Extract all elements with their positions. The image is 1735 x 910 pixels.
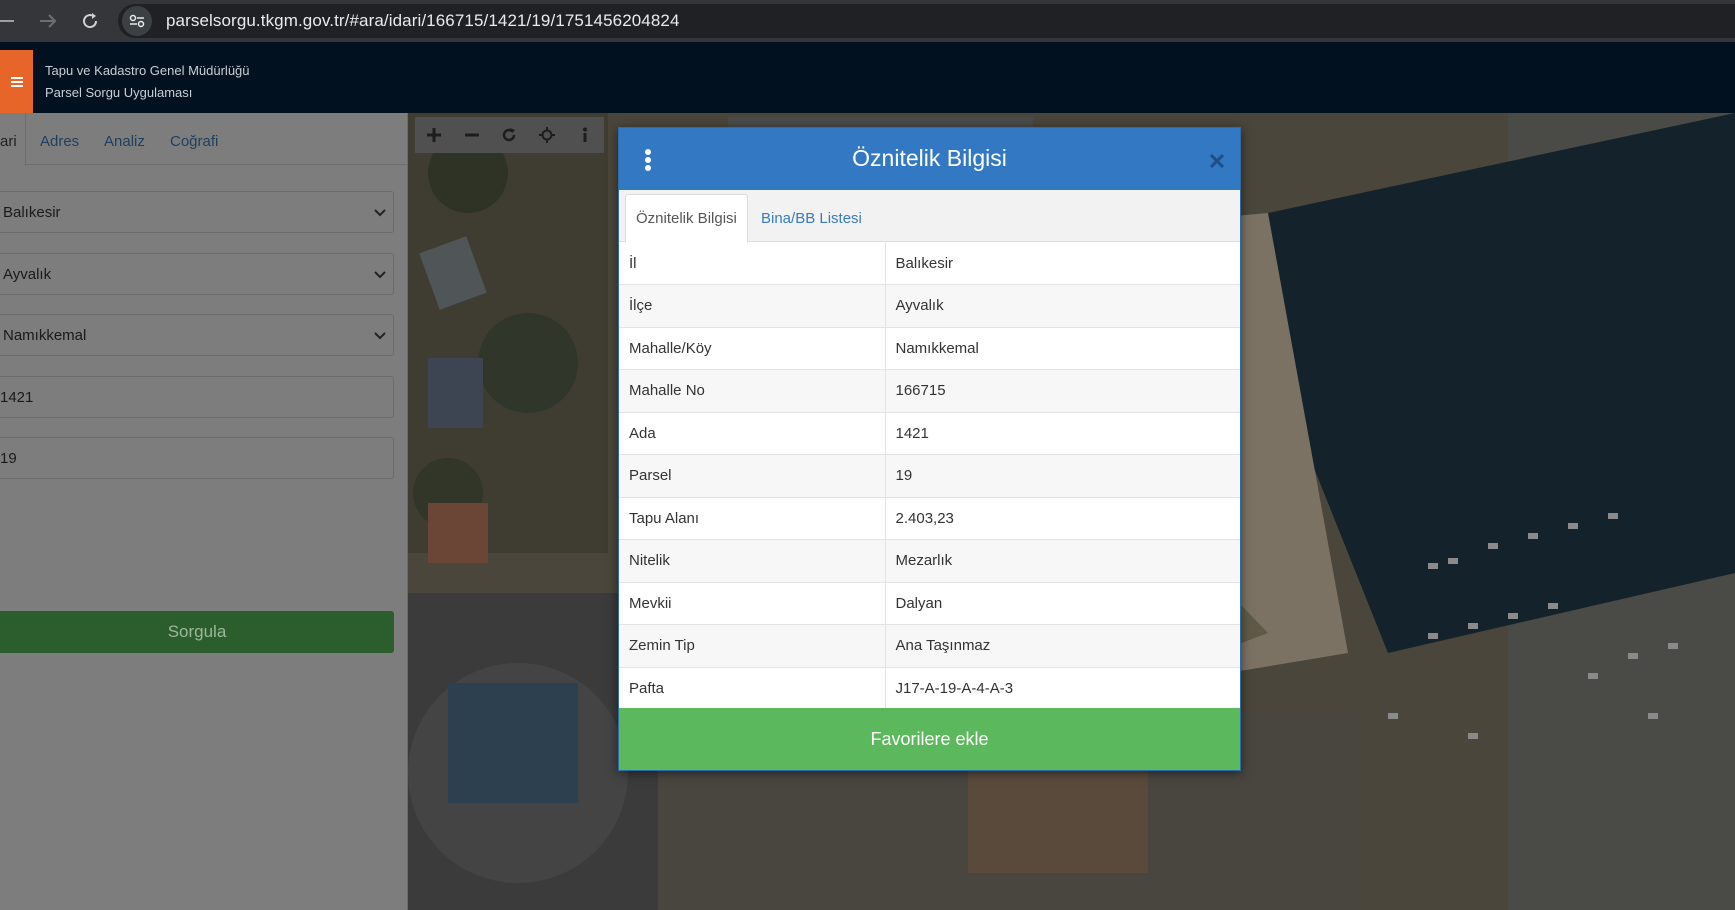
province-value: Balıkesir: [3, 203, 61, 221]
attribute-key: Tapu Alanı: [619, 497, 886, 540]
district-select[interactable]: Ayvalık: [0, 253, 394, 295]
attribute-value: 166715: [885, 369, 1240, 413]
chevron-down-icon: [374, 271, 386, 279]
brand-title: Tapu ve Kadastro Genel Müdürlüğü: [45, 63, 250, 78]
attribute-key: Mahalle/Köy: [619, 327, 886, 370]
parcel-input[interactable]: 19: [0, 437, 394, 479]
tab-adres[interactable]: Adres: [40, 133, 79, 150]
table-row: Parsel 19: [619, 454, 1240, 498]
zoom-out-icon[interactable]: [453, 117, 491, 153]
attribute-key: Zemin Tip: [619, 624, 886, 668]
attribute-value: Ayvalık: [885, 284, 1240, 328]
url-text[interactable]: parselsorgu.tkgm.gov.tr/#ara/idari/16671…: [166, 11, 680, 31]
forward-icon[interactable]: [30, 3, 66, 39]
tab-building-list[interactable]: Bina/BB Listesi: [751, 194, 872, 243]
refresh-icon[interactable]: [491, 117, 529, 153]
address-bar[interactable]: parselsorgu.tkgm.gov.tr/#ara/idari/16671…: [118, 4, 1735, 38]
search-sidebar: ari Adres Analiz Coğrafi Balıkesir Ayval…: [0, 113, 408, 910]
attribute-value: Mezarlık: [885, 539, 1240, 583]
query-button[interactable]: Sorgula: [0, 611, 394, 653]
neighborhood-select[interactable]: Namıkkemal: [0, 314, 394, 356]
attribute-modal: Öznitelik Bilgisi Öznitelik Bilgisi Bina…: [618, 127, 1241, 771]
attribute-key: İl: [619, 242, 886, 285]
province-select[interactable]: Balıkesir: [0, 191, 394, 233]
app-brand: Tapu ve Kadastro Genel Müdürlüğü Parsel …: [45, 60, 250, 104]
table-row: Mahalle/Köy Namıkkemal: [619, 327, 1240, 370]
modal-tabs: Öznitelik Bilgisi Bina/BB Listesi: [619, 190, 1240, 243]
app-header: Tapu ve Kadastro Genel Müdürlüğü Parsel …: [0, 42, 1735, 113]
attribute-value: 2.403,23: [885, 497, 1240, 540]
locate-icon[interactable]: [528, 117, 566, 153]
reload-icon[interactable]: [72, 3, 108, 39]
zoom-in-icon[interactable]: [415, 117, 453, 153]
brand-subtitle: Parsel Sorgu Uygulaması: [45, 85, 193, 100]
close-icon[interactable]: [1209, 148, 1225, 174]
attribute-value: J17-A-19-A-4-A-3: [885, 667, 1240, 710]
sidebar-tabs: ari Adres Analiz Coğrafi: [0, 113, 407, 166]
attribute-key: Parsel: [619, 454, 886, 498]
table-row: Nitelik Mezarlık: [619, 539, 1240, 583]
attribute-key: Mahalle No: [619, 369, 886, 413]
attribute-value: 1421: [885, 412, 1240, 455]
modal-header: Öznitelik Bilgisi: [619, 128, 1240, 190]
chevron-down-icon: [374, 332, 386, 340]
modal-title: Öznitelik Bilgisi: [852, 145, 1007, 171]
attribute-value: 19: [885, 454, 1240, 498]
map-toolbar: [415, 117, 604, 153]
tab-idari[interactable]: ari: [0, 113, 26, 166]
browser-toolbar: parselsorgu.tkgm.gov.tr/#ara/idari/16671…: [0, 0, 1735, 42]
tab-analiz[interactable]: Analiz: [104, 133, 145, 150]
attribute-value: Ana Taşınmaz: [885, 624, 1240, 668]
info-icon[interactable]: [566, 117, 604, 153]
table-row: Mevkii Dalyan: [619, 582, 1240, 625]
table-row: Ada 1421: [619, 412, 1240, 455]
table-row: Pafta J17-A-19-A-4-A-3: [619, 667, 1240, 710]
attribute-key: Mevkii: [619, 582, 886, 625]
neighborhood-value: Namıkkemal: [3, 326, 87, 344]
parcel-value: 19: [0, 449, 17, 467]
table-row: Zemin Tip Ana Taşınmaz: [619, 624, 1240, 668]
table-row: Tapu Alanı 2.403,23: [619, 497, 1240, 540]
attribute-value: Balıkesir: [885, 242, 1240, 285]
attribute-value: Dalyan: [885, 582, 1240, 625]
chevron-down-icon: [374, 209, 386, 217]
site-settings-icon[interactable]: [122, 6, 152, 36]
table-row: İlçe Ayvalık: [619, 284, 1240, 328]
attribute-key: Pafta: [619, 667, 886, 710]
table-row: Mahalle No 166715: [619, 369, 1240, 413]
add-favorite-button[interactable]: Favorilere ekle: [619, 708, 1240, 770]
attribute-value: Namıkkemal: [885, 327, 1240, 370]
table-row: İl Balıkesir: [619, 242, 1240, 285]
attribute-key: İlçe: [619, 284, 886, 328]
attribute-table: İl Balıkesir İlçe Ayvalık Mahalle/Köy Namıkke…: [619, 242, 1240, 710]
block-input[interactable]: 1421: [0, 376, 394, 418]
tab-cografi[interactable]: Coğrafi: [170, 133, 218, 150]
block-value: 1421: [0, 388, 34, 406]
attribute-key: Nitelik: [619, 539, 886, 583]
tab-attribute-info[interactable]: Öznitelik Bilgisi: [625, 194, 748, 243]
menu-icon[interactable]: [0, 50, 33, 113]
district-value: Ayvalık: [3, 265, 52, 283]
attribute-key: Ada: [619, 412, 886, 455]
back-icon[interactable]: [0, 3, 14, 39]
